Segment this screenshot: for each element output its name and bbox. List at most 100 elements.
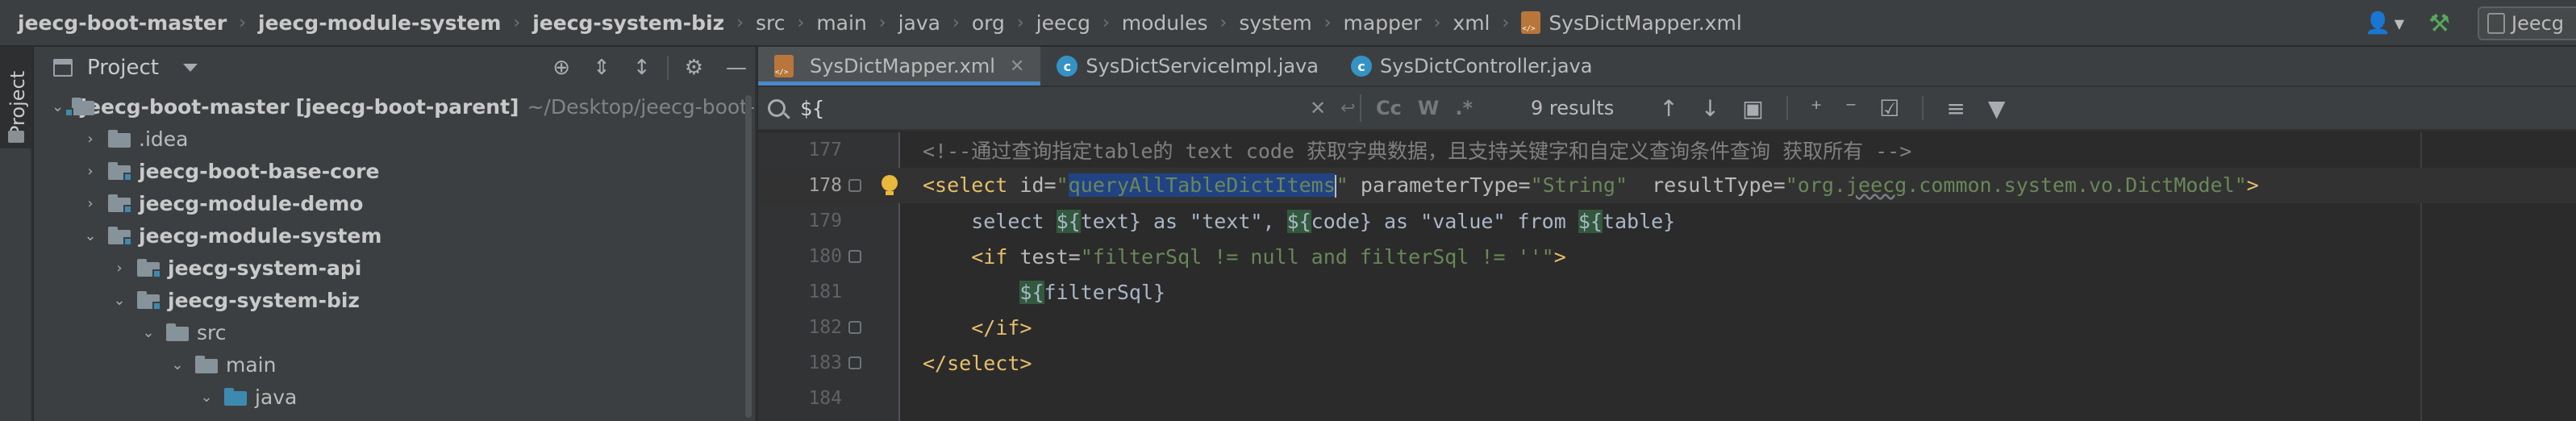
breadcrumb-item[interactable]: java <box>898 11 940 35</box>
fold-marker-icon[interactable] <box>848 321 861 334</box>
line-number: 180 <box>808 246 842 267</box>
code-token: "String" <box>1530 173 1653 197</box>
chevron-down-icon[interactable]: ⌄ <box>52 98 64 115</box>
module-badge-icon <box>152 269 161 278</box>
gear-icon[interactable]: ⚙ <box>685 56 703 80</box>
chevron-down-icon[interactable]: ⌄ <box>168 356 187 373</box>
tab-sysdictserviceimpl-java[interactable]: c SysDictServiceImpl.java <box>1040 47 1335 85</box>
breadcrumb-item[interactable]: mapper <box>1344 11 1422 35</box>
fold-marker-icon[interactable] <box>848 179 861 192</box>
breadcrumb-item[interactable]: main <box>816 11 866 35</box>
code-line[interactable]: 177 <!--通过查询指定table的 text code 获取字典数据，且支持… <box>758 132 2576 168</box>
tree-node-src[interactable]: ⌄ src <box>34 316 755 348</box>
find-input-area[interactable]: ${ ✕ ↩ <box>758 87 1360 129</box>
chevron-right-icon[interactable]: › <box>110 260 129 277</box>
tab-label: SysDictServiceImpl.java <box>1086 55 1319 77</box>
open-in-window-icon[interactable]: ▣ <box>1742 95 1763 122</box>
chevron-down-icon[interactable]: ⌄ <box>197 389 216 406</box>
breadcrumb-item[interactable]: jeecg <box>1036 11 1090 35</box>
fold-marker-icon[interactable] <box>848 356 861 369</box>
breadcrumb-current-file[interactable]: SysDictMapper.xml <box>1521 11 1742 35</box>
tree-node-jeecg-system-biz[interactable]: ⌄ jeecg-system-biz <box>34 284 755 316</box>
code-line[interactable]: 180 <if test="filterSql != null and filt… <box>758 239 2576 274</box>
remove-occurrence-icon[interactable]: ⁻ <box>1845 95 1857 122</box>
chevron-down-icon[interactable]: ⌄ <box>81 227 100 244</box>
match-case-toggle[interactable]: Cc <box>1376 97 1402 119</box>
code-token: select <box>923 209 1057 233</box>
breadcrumb-item[interactable]: jeecg-module-system <box>258 11 501 35</box>
tab-sysdictcontroller-java[interactable]: c SysDictController.java <box>1335 47 1608 85</box>
code-text: select ${text} as "text", ${code} as "va… <box>923 209 1675 233</box>
search-navigation: ↑ ↓ ▣ ⁺ ⁻ ☑ ≡ ▼ <box>1659 95 2005 122</box>
chevron-right-icon[interactable]: › <box>81 131 100 148</box>
locate-target-icon[interactable]: ⊕ <box>552 56 570 80</box>
tree-node-jeecg-module-demo[interactable]: › jeecg-module-demo <box>34 187 755 219</box>
project-panel: Project ⊕ ⇕ ↕ ⚙ — ⌄ jeecg-boot-master [jee… <box>34 47 757 421</box>
search-history-icon[interactable]: ↩ <box>1340 98 1355 119</box>
breadcrumb-item[interactable]: system <box>1239 11 1311 35</box>
close-icon[interactable]: ✕ <box>1010 56 1024 77</box>
tab-sysdictmapper-xml[interactable]: SysDictMapper.xml ✕ <box>758 47 1041 85</box>
tree-node-jeecg-module-system[interactable]: ⌄ jeecg-module-system <box>34 219 755 252</box>
breadcrumb-item[interactable]: jeecg-boot-master <box>18 11 227 35</box>
fold-marker-icon[interactable] <box>848 250 861 263</box>
tree-node-jeecg-boot-base-core[interactable]: › jeecg-boot-base-core <box>34 155 755 187</box>
tree-node-label: jeecg-boot-master <box>80 94 290 119</box>
tree-node-jeecg-boot-master[interactable]: ⌄ jeecg-boot-master [jeecg-boot-parent] ~/D… <box>34 90 755 123</box>
clear-search-icon[interactable]: ✕ <box>1310 97 1326 119</box>
select-all-occurrences-icon[interactable]: ☑ <box>1879 95 1899 122</box>
code-line[interactable]: 182 </if> <box>758 310 2576 345</box>
chevron-down-icon[interactable]: ⌄ <box>139 324 158 341</box>
filter-icon[interactable]: ▼ <box>1988 95 2006 122</box>
next-occurrence-icon[interactable]: ↓ <box>1701 95 1719 122</box>
code-line[interactable]: 179 select ${text} as "text", ${code} as… <box>758 203 2576 239</box>
chevron-right-icon: › <box>1323 12 1332 33</box>
project-tab-label: Project <box>6 70 29 137</box>
lightbulb-icon[interactable] <box>881 175 898 196</box>
project-tool-window-tab[interactable]: Project <box>0 47 32 148</box>
previous-occurrence-icon[interactable]: ↑ <box>1659 95 1678 122</box>
filter-search-results-icon[interactable]: ≡ <box>1946 95 1965 122</box>
line-number: 179 <box>808 210 842 231</box>
breadcrumb-item[interactable]: org <box>972 11 1005 35</box>
code-line[interactable]: 184 <box>758 381 2576 416</box>
chevron-right-icon[interactable]: › <box>81 195 100 212</box>
breadcrumb-item[interactable]: xml <box>1453 11 1490 35</box>
chevron-down-icon[interactable] <box>182 64 198 72</box>
breadcrumb-item[interactable]: src <box>756 11 786 35</box>
code-editor[interactable]: 177 <!--通过查询指定table的 text code 获取字典数据，且支持… <box>758 132 2576 421</box>
account-button[interactable]: 👤 ▼ <box>2365 11 2404 35</box>
chevron-right-icon[interactable]: › <box>81 163 100 180</box>
build-hammer-icon[interactable]: ⚒ <box>2428 10 2450 38</box>
folder-icon <box>224 388 247 406</box>
code-line[interactable]: 178 <select id="queryAllTableDictItems" p… <box>758 168 2576 203</box>
project-scrollbar[interactable] <box>745 95 752 418</box>
whole-words-toggle[interactable]: W <box>1418 97 1439 119</box>
code-token: .common.system.vo.DictModel" <box>1907 173 2247 197</box>
add-occurrence-icon[interactable]: ⁺ <box>1811 95 1823 122</box>
breadcrumb-item[interactable]: jeecg-system-biz <box>532 11 724 35</box>
expand-all-icon[interactable]: ⇕ <box>593 56 611 80</box>
tab-label: SysDictController.java <box>1380 55 1593 77</box>
toolbar-divider <box>666 56 669 80</box>
chevron-right-icon: › <box>239 12 246 33</box>
breadcrumb-item[interactable]: modules <box>1122 11 1208 35</box>
tree-node-idea[interactable]: › .idea <box>34 123 755 155</box>
search-icon[interactable] <box>768 99 786 117</box>
code-line[interactable]: 183 </select> <box>758 345 2576 381</box>
tree-node-java[interactable]: ⌄ java <box>34 381 755 413</box>
run-configuration-selector[interactable]: Jeecg <box>2478 6 2576 40</box>
collapse-all-icon[interactable]: ↕ <box>633 56 651 80</box>
tree-node-main[interactable]: ⌄ main <box>34 348 755 381</box>
tree-node-jeecg-system-api[interactable]: › jeecg-system-api <box>34 252 755 284</box>
project-panel-title: Project <box>87 56 159 80</box>
java-class-icon: c <box>1351 56 1372 77</box>
search-input[interactable]: ${ <box>800 97 824 120</box>
line-number: 177 <box>808 140 842 160</box>
chevron-down-icon[interactable]: ⌄ <box>110 292 129 309</box>
code-token: text} as "text", <box>1080 209 1287 233</box>
regex-toggle[interactable]: .* <box>1455 97 1473 119</box>
hide-panel-icon[interactable]: — <box>726 56 747 80</box>
module-badge-icon <box>65 108 74 117</box>
code-line[interactable]: 181 ${filterSql} <box>758 274 2576 310</box>
